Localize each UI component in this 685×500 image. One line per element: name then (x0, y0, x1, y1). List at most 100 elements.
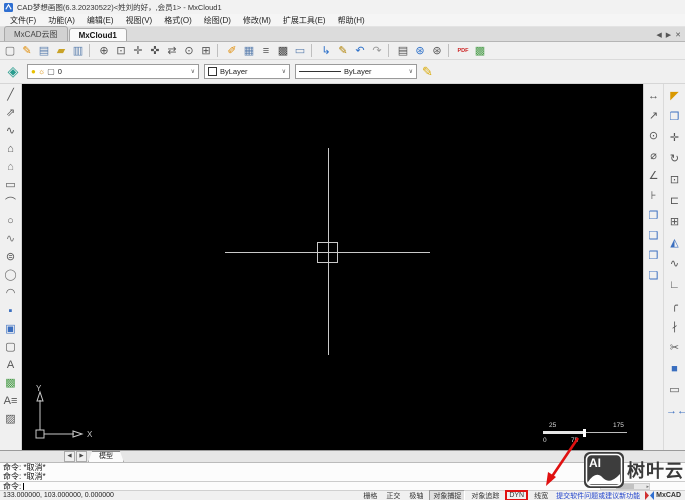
layout-scroll-left-icon[interactable]: ◀ (64, 451, 75, 462)
circle-icon[interactable]: ○ (2, 213, 19, 229)
save-as-icon[interactable]: ▥ (70, 43, 86, 59)
arc-icon[interactable]: ⌒ (2, 195, 19, 211)
polyline-edit-icon[interactable]: ✐ (224, 43, 240, 59)
array-icon[interactable]: ⊞ (666, 214, 683, 230)
toggle-otrack[interactable]: 对象追踪 (468, 491, 502, 500)
move-icon[interactable]: ✛ (666, 130, 683, 146)
pan-icon[interactable]: ✜ (147, 43, 163, 59)
ellipse-icon[interactable]: ⊜ (2, 249, 19, 265)
menu-file[interactable]: 文件(F) (4, 15, 42, 26)
paste-block-icon[interactable]: ❒ (645, 248, 662, 264)
zoom-window-icon[interactable]: ⊡ (113, 43, 129, 59)
zoom-object-icon[interactable]: ⊞ (198, 43, 214, 59)
tab-scroll-left-icon[interactable]: ◀ (656, 31, 661, 39)
zoom-all-icon[interactable]: ⊙ (181, 43, 197, 59)
text-icon[interactable]: A (2, 357, 19, 373)
attribute-edit-icon[interactable]: ✎ (335, 43, 351, 59)
menu-function[interactable]: 功能(A) (42, 15, 81, 26)
dim-linear-icon[interactable]: ↔ (645, 88, 662, 104)
toggle-polar[interactable]: 极轴 (406, 491, 426, 500)
erase-icon[interactable]: ◤ (666, 88, 683, 104)
zoom-in-icon[interactable]: ⊕ (96, 43, 112, 59)
dim-aligned-icon[interactable]: ↗ (645, 108, 662, 124)
image-insert-icon[interactable]: ▩ (2, 375, 19, 391)
menu-draw[interactable]: 绘图(D) (198, 15, 237, 26)
toggle-ortho[interactable]: 正交 (383, 491, 403, 500)
dim-radius-icon[interactable]: ⊙ (645, 128, 662, 144)
layout-scroll-right-icon[interactable]: ▶ (76, 451, 87, 462)
quick-draw-icon[interactable]: ✎ (422, 64, 433, 80)
layers-icon[interactable]: ◈ (4, 63, 22, 80)
insert-block-icon[interactable]: ▣ (2, 321, 19, 337)
spline-edit-icon[interactable]: ∿ (666, 256, 683, 272)
toggle-osnap[interactable]: 对象捕捉 (429, 489, 466, 500)
dim-continue-icon[interactable]: ⊦ (645, 188, 662, 204)
copy-clip-icon[interactable]: ❐ (645, 208, 662, 224)
drawing-canvas[interactable]: Y X 25 175 0 75 (22, 84, 643, 450)
explode-icon[interactable]: ■ (666, 361, 683, 377)
rectangle-icon[interactable]: ▭ (2, 177, 19, 193)
chamfer-icon[interactable]: ∟ (666, 277, 683, 293)
tab-close-icon[interactable]: ✕ (675, 31, 681, 39)
point-icon[interactable]: ▪ (2, 303, 19, 319)
table-icon[interactable]: ▦ (241, 43, 257, 59)
paste-clip-icon[interactable]: ❑ (645, 228, 662, 244)
feedback-link[interactable]: 提交软件问题或建议新功能 (556, 491, 640, 500)
break-icon[interactable]: ∤ (666, 319, 683, 335)
open-edit-icon[interactable]: ✎ (19, 43, 35, 59)
save-icon[interactable]: ▤ (36, 43, 52, 59)
copy-base-icon[interactable]: ❏ (645, 268, 662, 284)
fillet-icon[interactable]: ╭ (666, 298, 683, 314)
zoom-extents-icon[interactable]: ✛ (130, 43, 146, 59)
spline-icon[interactable]: ∿ (2, 231, 19, 247)
layer-manager-icon[interactable]: ▩ (275, 43, 291, 59)
mxcad-brand[interactable]: MxCAD (645, 491, 681, 500)
scale-icon[interactable]: ⊡ (666, 172, 683, 188)
arc2-icon[interactable]: ◠ (2, 285, 19, 301)
join-icon[interactable]: →← (666, 403, 685, 419)
pdf-export-icon[interactable]: PDF (455, 43, 471, 59)
ellipse2-icon[interactable]: ◯ (2, 267, 19, 283)
tab-mxcloud1[interactable]: MxCloud1 (68, 28, 127, 41)
open-folder-icon[interactable]: ▰ (53, 43, 69, 59)
mirror-icon[interactable]: ◭ (666, 235, 683, 251)
ruler-handle[interactable] (583, 429, 586, 437)
menu-format[interactable]: 格式(O) (158, 15, 198, 26)
mtext-icon[interactable]: A≡ (2, 393, 19, 409)
toggle-dyn[interactable]: DYN (505, 490, 529, 500)
xline-icon[interactable]: ⇗ (2, 105, 19, 121)
new-file-icon[interactable]: ▢ (2, 43, 18, 59)
menu-ext-tools[interactable]: 扩展工具(E) (277, 15, 332, 26)
hyperlink-icon[interactable]: ↳ (318, 43, 334, 59)
dim-diameter-icon[interactable]: ⌀ (645, 148, 662, 164)
polygon-icon[interactable]: ⌂ (2, 141, 19, 157)
stretch-icon[interactable]: ▭ (666, 382, 683, 398)
toggle-grid[interactable]: 栅格 (360, 491, 380, 500)
print-icon[interactable]: ▤ (395, 43, 411, 59)
display-order-icon[interactable]: ▭ (292, 43, 308, 59)
regen-icon[interactable]: ⇄ (164, 43, 180, 59)
command-window[interactable]: 命令: *取消*命令: *取消* 命令: ◂ ▸ (0, 462, 685, 491)
tab-model[interactable]: 模型 (88, 450, 124, 463)
image-export-icon[interactable]: ▩ (472, 43, 488, 59)
copy-icon[interactable]: ❐ (666, 109, 683, 125)
polyline-icon[interactable]: ∿ (2, 123, 19, 139)
color-combo[interactable]: ByLayer ∨ (204, 64, 290, 79)
web-publish-icon[interactable]: ⊛ (412, 43, 428, 59)
create-block-icon[interactable]: ▢ (2, 339, 19, 355)
line-icon[interactable]: ╱ (2, 87, 19, 103)
menu-modify[interactable]: 修改(M) (237, 15, 277, 26)
toggle-lineweight[interactable]: 线宽 (531, 491, 551, 500)
menu-help[interactable]: 帮助(H) (332, 15, 371, 26)
tab-scroll-right-icon[interactable]: ▶ (666, 31, 671, 39)
hatch-icon[interactable]: ▨ (2, 411, 19, 427)
menu-edit[interactable]: 编辑(E) (81, 15, 120, 26)
undo-icon[interactable]: ↶ (352, 43, 368, 59)
text-style-icon[interactable]: ≡ (258, 43, 274, 59)
web-share-icon[interactable]: ⊛ (429, 43, 445, 59)
polygon2-icon[interactable]: ⌂ (2, 159, 19, 175)
layer-combo[interactable]: ● ☼ ▢ 0 ∨ (27, 64, 199, 79)
menu-view[interactable]: 视图(V) (120, 15, 159, 26)
rotate-icon[interactable]: ↻ (666, 151, 683, 167)
redo-icon[interactable]: ↷ (369, 43, 385, 59)
